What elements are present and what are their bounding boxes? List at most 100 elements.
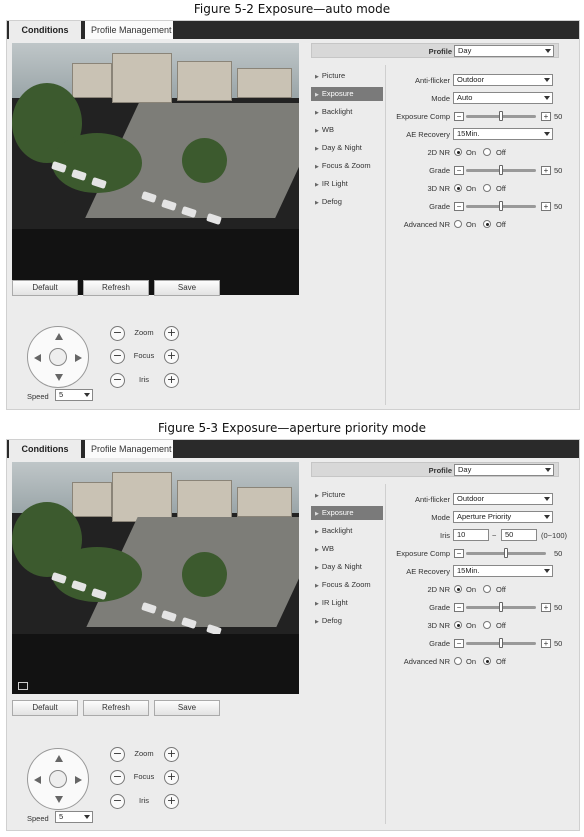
- tab-profile-management[interactable]: Profile Management: [85, 21, 173, 39]
- profile-bar: Profile Day: [311, 462, 559, 477]
- live-video-preview[interactable]: [12, 43, 299, 295]
- profile-bar: Profile Day: [311, 43, 559, 58]
- mode-label: Mode: [431, 513, 450, 522]
- tab-conditions[interactable]: Conditions: [9, 440, 81, 458]
- zoom-in-button[interactable]: +: [164, 747, 179, 762]
- focus-minus-button[interactable]: −: [110, 349, 125, 364]
- anti-flicker-label: Anti-flicker: [414, 495, 450, 504]
- grade2-value: 50: [554, 639, 563, 648]
- iris-minus-button[interactable]: −: [110, 373, 125, 388]
- arrow-up-icon[interactable]: [55, 333, 63, 340]
- focus-plus-button[interactable]: +: [164, 770, 179, 785]
- mode-label: Mode: [431, 94, 450, 103]
- zoom-out-button[interactable]: −: [110, 747, 125, 762]
- grade2-decrease[interactable]: −: [454, 639, 464, 648]
- nr2d-off-label: Off: [496, 585, 506, 594]
- grade1-thumb[interactable]: [499, 165, 503, 175]
- arrow-right-icon[interactable]: [75, 354, 82, 362]
- exposure-comp-thumb[interactable]: [504, 548, 508, 558]
- refresh-button[interactable]: Refresh: [83, 280, 149, 296]
- speed-label: Speed: [27, 814, 49, 823]
- iris-minus-button[interactable]: −: [110, 794, 125, 809]
- exposure-comp-decrease[interactable]: −: [454, 112, 464, 121]
- exposure-comp-decrease[interactable]: −: [454, 549, 464, 558]
- focus-plus-button[interactable]: +: [164, 349, 179, 364]
- nr3d-on-radio[interactable]: [454, 184, 462, 192]
- grade1-label: Grade: [429, 603, 450, 612]
- live-video-preview[interactable]: [12, 462, 299, 694]
- anti-flicker-select[interactable]: Outdoor: [453, 74, 553, 86]
- exposure-comp-label: Exposure Comp: [396, 549, 450, 558]
- grade1-decrease[interactable]: −: [454, 166, 464, 175]
- fullscreen-icon[interactable]: [18, 682, 28, 690]
- advanced-nr-on-radio[interactable]: [454, 220, 462, 228]
- nr2d-on-radio[interactable]: [454, 585, 462, 593]
- profile-label: Profile: [428, 466, 452, 475]
- default-button[interactable]: Default: [12, 280, 78, 296]
- advanced-nr-off-radio[interactable]: [483, 657, 491, 665]
- grade2-decrease[interactable]: −: [454, 202, 464, 211]
- tab-profile-management[interactable]: Profile Management: [85, 440, 173, 458]
- nr3d-on-radio[interactable]: [454, 621, 462, 629]
- mode-select[interactable]: Aperture Priority: [453, 511, 553, 523]
- default-button[interactable]: Default: [12, 700, 78, 716]
- arrow-left-icon[interactable]: [34, 776, 41, 784]
- iris-plus-button[interactable]: +: [164, 373, 179, 388]
- iris-max-input[interactable]: 50: [501, 529, 537, 541]
- zoom-out-button[interactable]: −: [110, 326, 125, 341]
- grade2-thumb[interactable]: [499, 201, 503, 211]
- profile-select[interactable]: Day: [454, 45, 554, 57]
- arrow-left-icon[interactable]: [34, 354, 41, 362]
- grade1-increase[interactable]: +: [541, 603, 551, 612]
- focus-minus-button[interactable]: −: [110, 770, 125, 785]
- save-button[interactable]: Save: [154, 700, 220, 716]
- iris-plus-button[interactable]: +: [164, 794, 179, 809]
- zoom-in-button[interactable]: +: [164, 326, 179, 341]
- nr3d-off-radio[interactable]: [483, 184, 491, 192]
- advanced-nr-label: Advanced NR: [403, 220, 450, 229]
- grade1-increase[interactable]: +: [541, 166, 551, 175]
- save-button[interactable]: Save: [154, 280, 220, 296]
- arrow-down-icon[interactable]: [55, 796, 63, 803]
- tab-bar: Conditions Profile Management: [7, 21, 579, 39]
- grade1-thumb[interactable]: [499, 602, 503, 612]
- grade1-decrease[interactable]: −: [454, 603, 464, 612]
- profile-select[interactable]: Day: [454, 464, 554, 476]
- grade2-increase[interactable]: +: [541, 202, 551, 211]
- mode-select[interactable]: Auto: [453, 92, 553, 104]
- exposure-comp-value: 50: [554, 112, 563, 121]
- iris-range-hint: (0~100): [541, 531, 568, 540]
- arrow-right-icon[interactable]: [75, 776, 82, 784]
- speed-select[interactable]: 5: [55, 811, 93, 823]
- grade2-thumb[interactable]: [499, 638, 503, 648]
- ptz-direction-pad[interactable]: [27, 748, 89, 810]
- iris-label: Iris: [139, 375, 149, 384]
- grade2-increase[interactable]: +: [541, 639, 551, 648]
- zoom-label: Zoom: [134, 749, 154, 758]
- ae-recovery-select[interactable]: 15Min.: [453, 565, 553, 577]
- nr3d-off-radio[interactable]: [483, 621, 491, 629]
- nr2d-off-radio[interactable]: [483, 585, 491, 593]
- settings-area: Profile Day ▶ Picture ▶ Exposure ▶ Backligh…: [311, 43, 581, 408]
- advanced-nr-off-radio[interactable]: [483, 220, 491, 228]
- nr2d-on-label: On: [466, 585, 477, 594]
- ptz-direction-pad[interactable]: [27, 326, 89, 388]
- advanced-nr-on-radio[interactable]: [454, 657, 462, 665]
- ae-recovery-select[interactable]: 15Min.: [453, 128, 553, 140]
- arrow-up-icon[interactable]: [55, 755, 63, 762]
- ptz-center-button[interactable]: [49, 770, 67, 788]
- speed-select[interactable]: 5: [55, 389, 93, 401]
- settings-area: Profile Day ▶ Picture ▶ Exposure ▶ Backligh…: [311, 462, 581, 827]
- exposure-comp-label: Exposure Comp: [396, 112, 450, 121]
- arrow-down-icon[interactable]: [55, 374, 63, 381]
- exposure-comp-thumb[interactable]: [499, 111, 503, 121]
- nr2d-off-radio[interactable]: [483, 148, 491, 156]
- exposure-comp-increase[interactable]: +: [541, 112, 551, 121]
- tab-conditions[interactable]: Conditions: [9, 21, 81, 39]
- refresh-button[interactable]: Refresh: [83, 700, 149, 716]
- nr2d-on-radio[interactable]: [454, 148, 462, 156]
- iris-min-input[interactable]: 10: [453, 529, 489, 541]
- advanced-nr-on-label: On: [466, 220, 477, 229]
- anti-flicker-select[interactable]: Outdoor: [453, 493, 553, 505]
- ptz-center-button[interactable]: [49, 348, 67, 366]
